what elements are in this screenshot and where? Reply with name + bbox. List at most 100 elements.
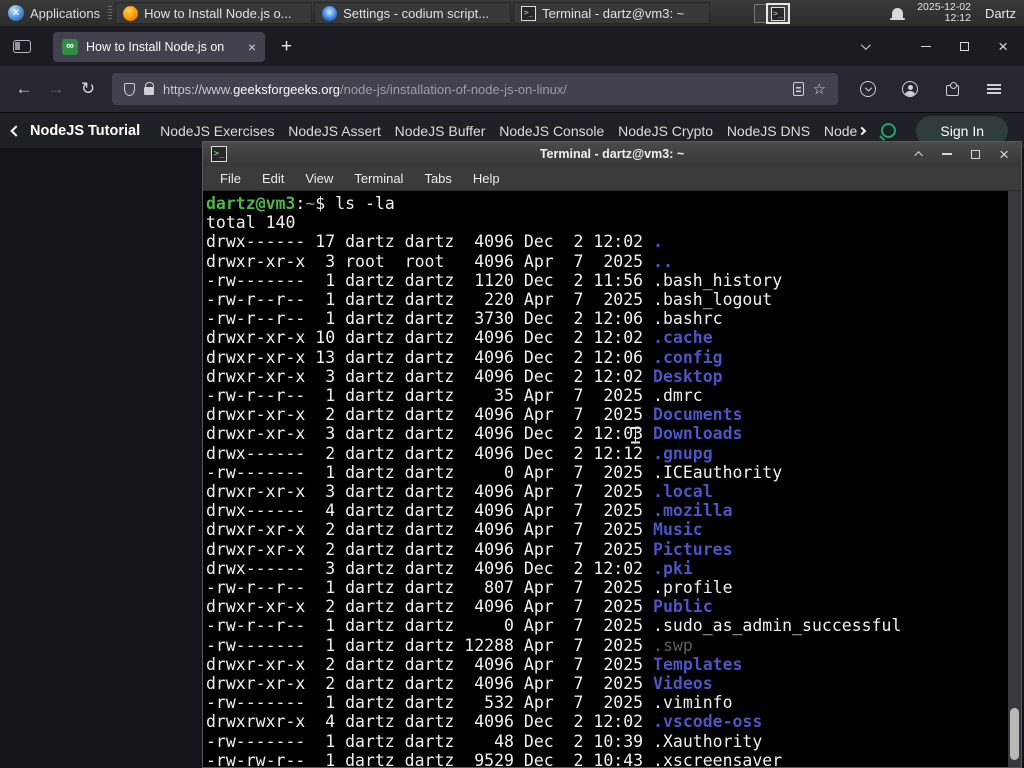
clock-time: 12:12 — [944, 12, 971, 24]
terminal-window-controls: × — [914, 146, 1013, 163]
reload-button[interactable]: ↻ — [72, 73, 104, 105]
terminal-listing-line: drwxr-xr-x 2 dartz dartz 4096 Apr 7 2025… — [206, 674, 713, 694]
terminal-listing-line: drwx------ 4 dartz dartz 4096 Apr 7 2025… — [206, 501, 733, 521]
subnav-link[interactable]: NodeJS Console — [499, 123, 604, 139]
firefox-icon — [123, 5, 139, 21]
subnav-link[interactable]: NodeJS Crypto — [618, 123, 713, 139]
terminal-scrollbar[interactable] — [1008, 191, 1021, 767]
subnav-link-truncated[interactable]: Node — [824, 123, 867, 139]
taskbar-item-label: How to Install Node.js o... — [144, 5, 292, 21]
menu-file[interactable]: File — [220, 171, 241, 186]
menu-edit[interactable]: Edit — [262, 171, 284, 186]
site-favicon: ∞ — [62, 38, 78, 55]
taskbar-item-terminal[interactable]: >_ Terminal - dartz@vm3: ~ — [513, 2, 711, 24]
tab-title: How to Install Node.js on — [86, 39, 225, 54]
firefox-view-icon[interactable] — [13, 40, 31, 53]
window-minimize-button[interactable] — [921, 45, 932, 48]
terminal-window: >_ Terminal - dartz@vm3: ~ × File Edit V… — [202, 141, 1022, 768]
terminal-body[interactable]: dartz@vm3:~$ ls -la total 140 drwx------ 1… — [203, 191, 1021, 767]
terminal-listing-line: -rw------- 1 dartz dartz 0 Apr 7 2025 .I… — [206, 462, 783, 482]
terminal-listing-line: drwxr-xr-x 3 dartz dartz 4096 Dec 2 12:0… — [206, 424, 743, 444]
applications-menu-button[interactable]: × Applications — [0, 0, 106, 26]
url-bar[interactable]: https://www.geeksforgeeks.org/node-js/in… — [112, 73, 838, 105]
workspace-active-icon: >_ — [766, 3, 790, 24]
terminal-listing-line: drwxrwxr-x 4 dartz dartz 4096 Dec 2 12:0… — [206, 712, 763, 732]
list-all-tabs-icon[interactable] — [861, 40, 871, 51]
menu-help[interactable]: Help — [473, 171, 500, 186]
forward-button[interactable]: → — [40, 73, 72, 105]
menu-hamburger-icon[interactable] — [978, 73, 1010, 105]
applications-icon: × — [8, 5, 24, 21]
terminal-listing-line: drwxr-xr-x 10 dartz dartz 4096 Dec 2 12:… — [206, 328, 713, 348]
window-maximize-button[interactable] — [960, 42, 970, 51]
terminal-listing-line: -rw-rw-r-- 1 dartz dartz 9529 Dec 2 10:4… — [206, 750, 783, 767]
codium-icon — [322, 5, 338, 21]
terminal-listing-line: drwxr-xr-x 2 dartz dartz 4096 Apr 7 2025… — [206, 405, 743, 425]
terminal-listing-line: drwxr-xr-x 2 dartz dartz 4096 Apr 7 2025… — [206, 654, 743, 674]
workspace-pager[interactable]: >_ — [752, 1, 802, 26]
browser-tab-active[interactable]: ∞ How to Install Node.js on × — [53, 31, 265, 62]
subnav-link[interactable]: NodeJS Buffer — [395, 123, 486, 139]
subnav-link[interactable]: NodeJS Exercises — [160, 123, 274, 139]
terminal-listing-line: drwxr-xr-x 3 root root 4096 Apr 7 2025 .… — [206, 251, 673, 271]
terminal-menubar: File Edit View Terminal Tabs Help — [203, 166, 1021, 191]
user-menu[interactable]: Dartz — [985, 6, 1016, 21]
extensions-puzzle-icon[interactable] — [936, 73, 968, 105]
panel-separator — [108, 5, 113, 21]
subnav-back[interactable]: NodeJS Tutorial — [10, 123, 140, 139]
terminal-listing-line: drwxr-xr-x 3 dartz dartz 4096 Dec 2 12:0… — [206, 366, 723, 386]
menu-view[interactable]: View — [305, 171, 333, 186]
window-maximize-button[interactable] — [971, 149, 981, 159]
terminal-icon: >_ — [521, 5, 537, 21]
terminal-titlebar[interactable]: >_ Terminal - dartz@vm3: ~ × — [203, 142, 1021, 166]
terminal-output: dartz@vm3:~$ ls -la total 140 drwx------ 1… — [203, 191, 1021, 767]
taskbar-item-firefox[interactable]: How to Install Node.js o... — [115, 2, 313, 24]
terminal-listing-line: -rw-r--r-- 1 dartz dartz 220 Apr 7 2025 … — [206, 290, 773, 310]
terminal-listing-line: drwxr-xr-x 2 dartz dartz 4096 Apr 7 2025… — [206, 597, 713, 617]
browser-tab-bar: ∞ How to Install Node.js on × + × — [0, 27, 1024, 66]
window-minimize-button[interactable] — [942, 153, 953, 155]
url-text: https://www.geeksforgeeks.org/node-js/in… — [163, 82, 784, 97]
terminal-listing-line: drwx------ 3 dartz dartz 4096 Dec 2 12:0… — [206, 558, 693, 578]
terminal-listing-line: -rw-r--r-- 1 dartz dartz 3730 Dec 2 12:0… — [206, 309, 723, 329]
panel-clock[interactable]: 2025-12-02 12:12 — [917, 2, 971, 24]
menu-tabs[interactable]: Tabs — [424, 171, 451, 186]
account-icon[interactable] — [894, 73, 926, 105]
toolbar-right-icons — [846, 73, 1016, 105]
back-button[interactable]: ← — [8, 73, 40, 105]
terminal-listing-line: -rw-r--r-- 1 dartz dartz 807 Apr 7 2025 … — [206, 578, 733, 598]
reader-mode-icon[interactable] — [792, 82, 804, 96]
terminal-window-title: Terminal - dartz@vm3: ~ — [539, 147, 685, 161]
applications-label: Applications — [30, 5, 101, 21]
subnav-link[interactable]: NodeJS DNS — [727, 123, 810, 139]
tracking-protection-shield-icon[interactable] — [124, 82, 135, 96]
terminal-listing-line: drwx------ 2 dartz dartz 4096 Dec 2 12:1… — [206, 443, 713, 463]
menu-terminal[interactable]: Terminal — [354, 171, 403, 186]
chevron-left-icon — [10, 124, 22, 137]
pocket-icon[interactable] — [852, 73, 884, 105]
terminal-icon: >_ — [771, 6, 785, 21]
terminal-listing-line: -rw-r--r-- 1 dartz dartz 35 Apr 7 2025 .… — [206, 386, 703, 406]
panel-tray: 2025-12-02 12:12 Dartz — [890, 0, 1024, 26]
terminal-listing-line: drwxr-xr-x 2 dartz dartz 4096 Apr 7 2025… — [206, 520, 703, 540]
tab-close-icon[interactable]: × — [248, 40, 256, 54]
window-close-button[interactable]: × — [998, 38, 1008, 55]
bookmark-star-icon[interactable]: ☆ — [813, 80, 826, 98]
terminal-total-line: total 140 — [206, 213, 296, 233]
taskbar-item-codium[interactable]: Settings - codium script... — [314, 2, 512, 24]
window-shade-button[interactable] — [914, 151, 923, 160]
terminal-listing-line: -rw-r--r-- 1 dartz dartz 0 Apr 7 2025 .s… — [206, 616, 902, 636]
new-tab-button[interactable]: + — [281, 36, 292, 58]
url-domain: geeksforgeeks.org — [233, 81, 341, 97]
https-lock-icon[interactable] — [144, 82, 154, 95]
terminal-listing-line: -rw------- 1 dartz dartz 532 Apr 7 2025 … — [206, 693, 733, 713]
notification-bell-icon[interactable] — [890, 8, 906, 20]
search-icon[interactable] — [881, 123, 897, 138]
terminal-listing-line: drwxr-xr-x 3 dartz dartz 4096 Apr 7 2025… — [206, 482, 713, 502]
taskbar-item-label: Terminal - dartz@vm3: ~ — [542, 5, 685, 21]
chevron-right-icon — [858, 126, 867, 135]
terminal-scrollbar-thumb[interactable] — [1010, 708, 1019, 760]
subnav-link[interactable]: NodeJS Assert — [288, 123, 381, 139]
window-close-button[interactable]: × — [999, 146, 1009, 163]
desktop-screen: × Applications How to Install Node.js o.… — [0, 0, 1024, 768]
